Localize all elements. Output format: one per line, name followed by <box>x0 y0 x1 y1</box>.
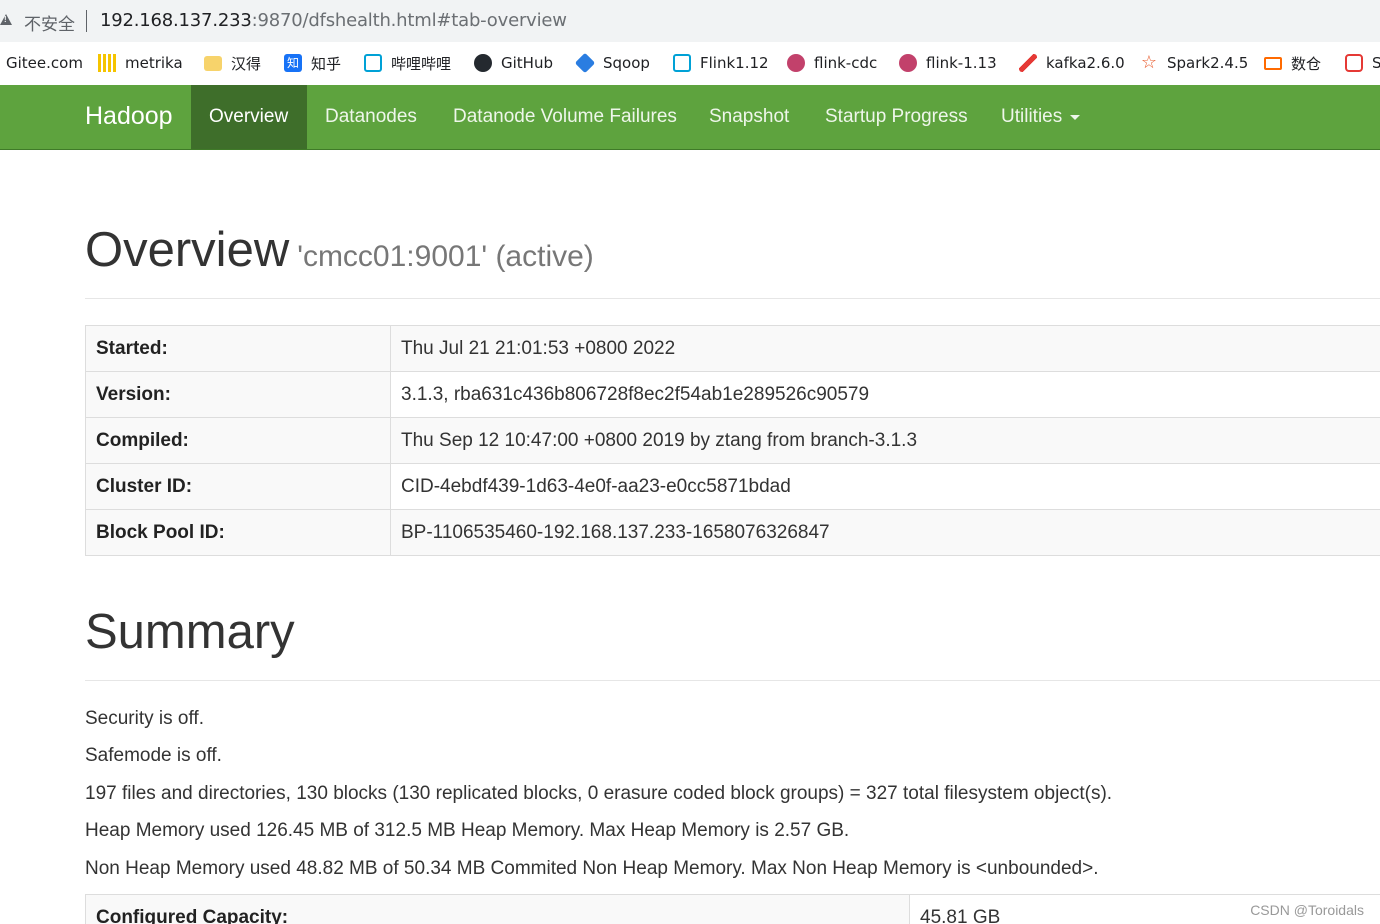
star-icon: ☆ <box>1140 52 1158 73</box>
flink-icon <box>787 54 805 72</box>
summary-table: Configured Capacity: 45.81 GB <box>85 894 1380 924</box>
utilities-dropdown[interactable]: Utilities <box>983 85 1098 149</box>
bookmark-flink112[interactable]: Flink1.12 <box>673 52 769 74</box>
overview-heading: Overview'cmcc01:9001' (active) <box>85 222 594 278</box>
github-icon <box>474 54 492 72</box>
shield-icon <box>1345 54 1363 72</box>
zhihu-icon: 知 <box>284 54 302 72</box>
bookmark-label: Gitee.com <box>6 54 83 72</box>
navbar: Hadoop Overview Datanodes Datanode Volum… <box>0 85 1380 150</box>
bookmark-label: Sqoop <box>603 54 650 72</box>
tab-datanode-volume-failures[interactable]: Datanode Volume Failures <box>435 85 695 149</box>
bookmark-label: flink-1.13 <box>926 54 997 72</box>
row-value: 3.1.3, rba631c436b806728f8ec2f54ab1e2895… <box>390 371 1380 418</box>
table-row: Started: Thu Jul 21 21:01:53 +0800 2022 <box>85 325 1380 372</box>
bookmark-metrika[interactable]: metrika <box>98 52 183 74</box>
security-label[interactable]: 不安全 <box>24 10 75 35</box>
security-status: Security is off. <box>85 708 204 729</box>
watermark: CSDN @Toroidals <box>1250 902 1364 918</box>
bookmarks-bar: Gitee.com metrika 汉得 知 知乎 哔哩哔哩 GitHub Sq… <box>0 42 1380 85</box>
bookmark-label: kafka2.6.0 <box>1046 54 1125 72</box>
bookmark-hand[interactable]: 汉得 <box>204 52 261 74</box>
bookmark-kafka[interactable]: kafka2.6.0 <box>1019 52 1125 74</box>
sqoop-icon <box>574 52 596 74</box>
non-heap-memory: Non Heap Memory used 48.82 MB of 50.34 M… <box>85 858 1099 879</box>
bookmark-sqoop[interactable]: Sqoop <box>574 52 650 74</box>
feather-icon <box>1019 54 1037 72</box>
row-value: CID-4ebdf439-1d63-4e0f-aa23-e0cc5871bdad <box>390 463 1380 510</box>
row-label: Started: <box>85 325 391 372</box>
bracket-icon <box>1264 56 1282 70</box>
divider <box>85 298 1380 299</box>
bookmark-label: 知乎 <box>311 54 342 73</box>
caret-down-icon <box>1070 114 1081 120</box>
row-label: Cluster ID: <box>85 463 391 510</box>
utilities-label: Utilities <box>1001 106 1063 127</box>
bookmark-flink-cdc[interactable]: flink-cdc <box>787 52 877 74</box>
row-value: Thu Sep 12 10:47:00 +0800 2019 by ztang … <box>390 417 1380 464</box>
bookmark-spark[interactable]: ☆ Spark2.4.5 <box>1140 52 1248 74</box>
table-row: Block Pool ID: BP-1106535460-192.168.137.… <box>85 509 1380 556</box>
bookmark-bilibili[interactable]: 哔哩哔哩 <box>364 52 451 74</box>
bilibili-icon <box>364 54 382 72</box>
row-label: Configured Capacity: <box>85 894 910 924</box>
address-bar[interactable]: 不安全 192.168.137.233:9870/dfshealth.html#… <box>0 0 1380 42</box>
bookmark-label: 哔哩哔哩 <box>391 54 452 73</box>
tab-startup-progress[interactable]: Startup Progress <box>807 85 986 149</box>
table-row: Configured Capacity: 45.81 GB <box>85 894 1380 924</box>
url-host: 192.168.137.233 <box>100 10 252 31</box>
table-row: Version: 3.1.3, rba631c436b806728f8ec2f54… <box>85 371 1380 418</box>
summary-heading: Summary <box>85 605 295 659</box>
row-label: Compiled: <box>85 417 391 464</box>
bookmark-github[interactable]: GitHub <box>474 52 553 74</box>
bookmark-label: 汉得 <box>231 54 262 73</box>
filesystem-objects: 197 files and directories, 130 blocks (1… <box>85 783 1113 804</box>
url-path: :9870/dfshealth.html#tab-overview <box>251 10 567 31</box>
bookmark-s[interactable]: S <box>1345 52 1380 74</box>
overview-title: Overview <box>85 223 290 277</box>
bookmark-flink113[interactable]: flink-1.13 <box>899 52 997 74</box>
overview-subtitle: 'cmcc01:9001' (active) <box>297 240 594 273</box>
navbar-brand[interactable]: Hadoop <box>85 102 173 131</box>
bookmark-label: Spark2.4.5 <box>1167 54 1249 72</box>
bookmark-gitee[interactable]: Gitee.com <box>6 52 83 74</box>
bookmark-label: flink-cdc <box>814 54 878 72</box>
tab-overview[interactable]: Overview <box>191 85 307 149</box>
safemode-status: Safemode is off. <box>85 745 222 766</box>
tab-datanodes[interactable]: Datanodes <box>307 85 435 149</box>
bookmark-shucang[interactable]: 数仓 <box>1264 52 1321 74</box>
bilibili-icon <box>673 54 691 72</box>
heap-memory: Heap Memory used 126.45 MB of 312.5 MB H… <box>85 820 850 841</box>
divider <box>85 680 1380 681</box>
bookmark-label: Flink1.12 <box>700 54 769 72</box>
bookmark-label: GitHub <box>501 54 553 72</box>
row-label: Block Pool ID: <box>85 509 391 556</box>
overview-table: Started: Thu Jul 21 21:01:53 +0800 2022 V… <box>85 325 1380 556</box>
folder-icon <box>204 55 222 71</box>
metrika-icon <box>98 54 116 72</box>
bookmark-zhihu[interactable]: 知 知乎 <box>284 52 341 74</box>
warning-icon <box>0 14 12 25</box>
url-text[interactable]: 192.168.137.233:9870/dfshealth.html#tab-… <box>100 10 567 31</box>
bookmark-label: metrika <box>125 54 183 72</box>
row-value: Thu Jul 21 21:01:53 +0800 2022 <box>390 325 1380 372</box>
tab-snapshot[interactable]: Snapshot <box>691 85 807 149</box>
bookmark-label: S <box>1372 54 1380 72</box>
flink-icon <box>899 54 917 72</box>
bookmark-label: 数仓 <box>1291 54 1322 73</box>
row-value: BP-1106535460-192.168.137.233-1658076326… <box>390 509 1380 556</box>
address-separator <box>86 10 87 32</box>
row-label: Version: <box>85 371 391 418</box>
table-row: Compiled: Thu Sep 12 10:47:00 +0800 2019 … <box>85 417 1380 464</box>
table-row: Cluster ID: CID-4ebdf439-1d63-4e0f-aa23-e… <box>85 463 1380 510</box>
